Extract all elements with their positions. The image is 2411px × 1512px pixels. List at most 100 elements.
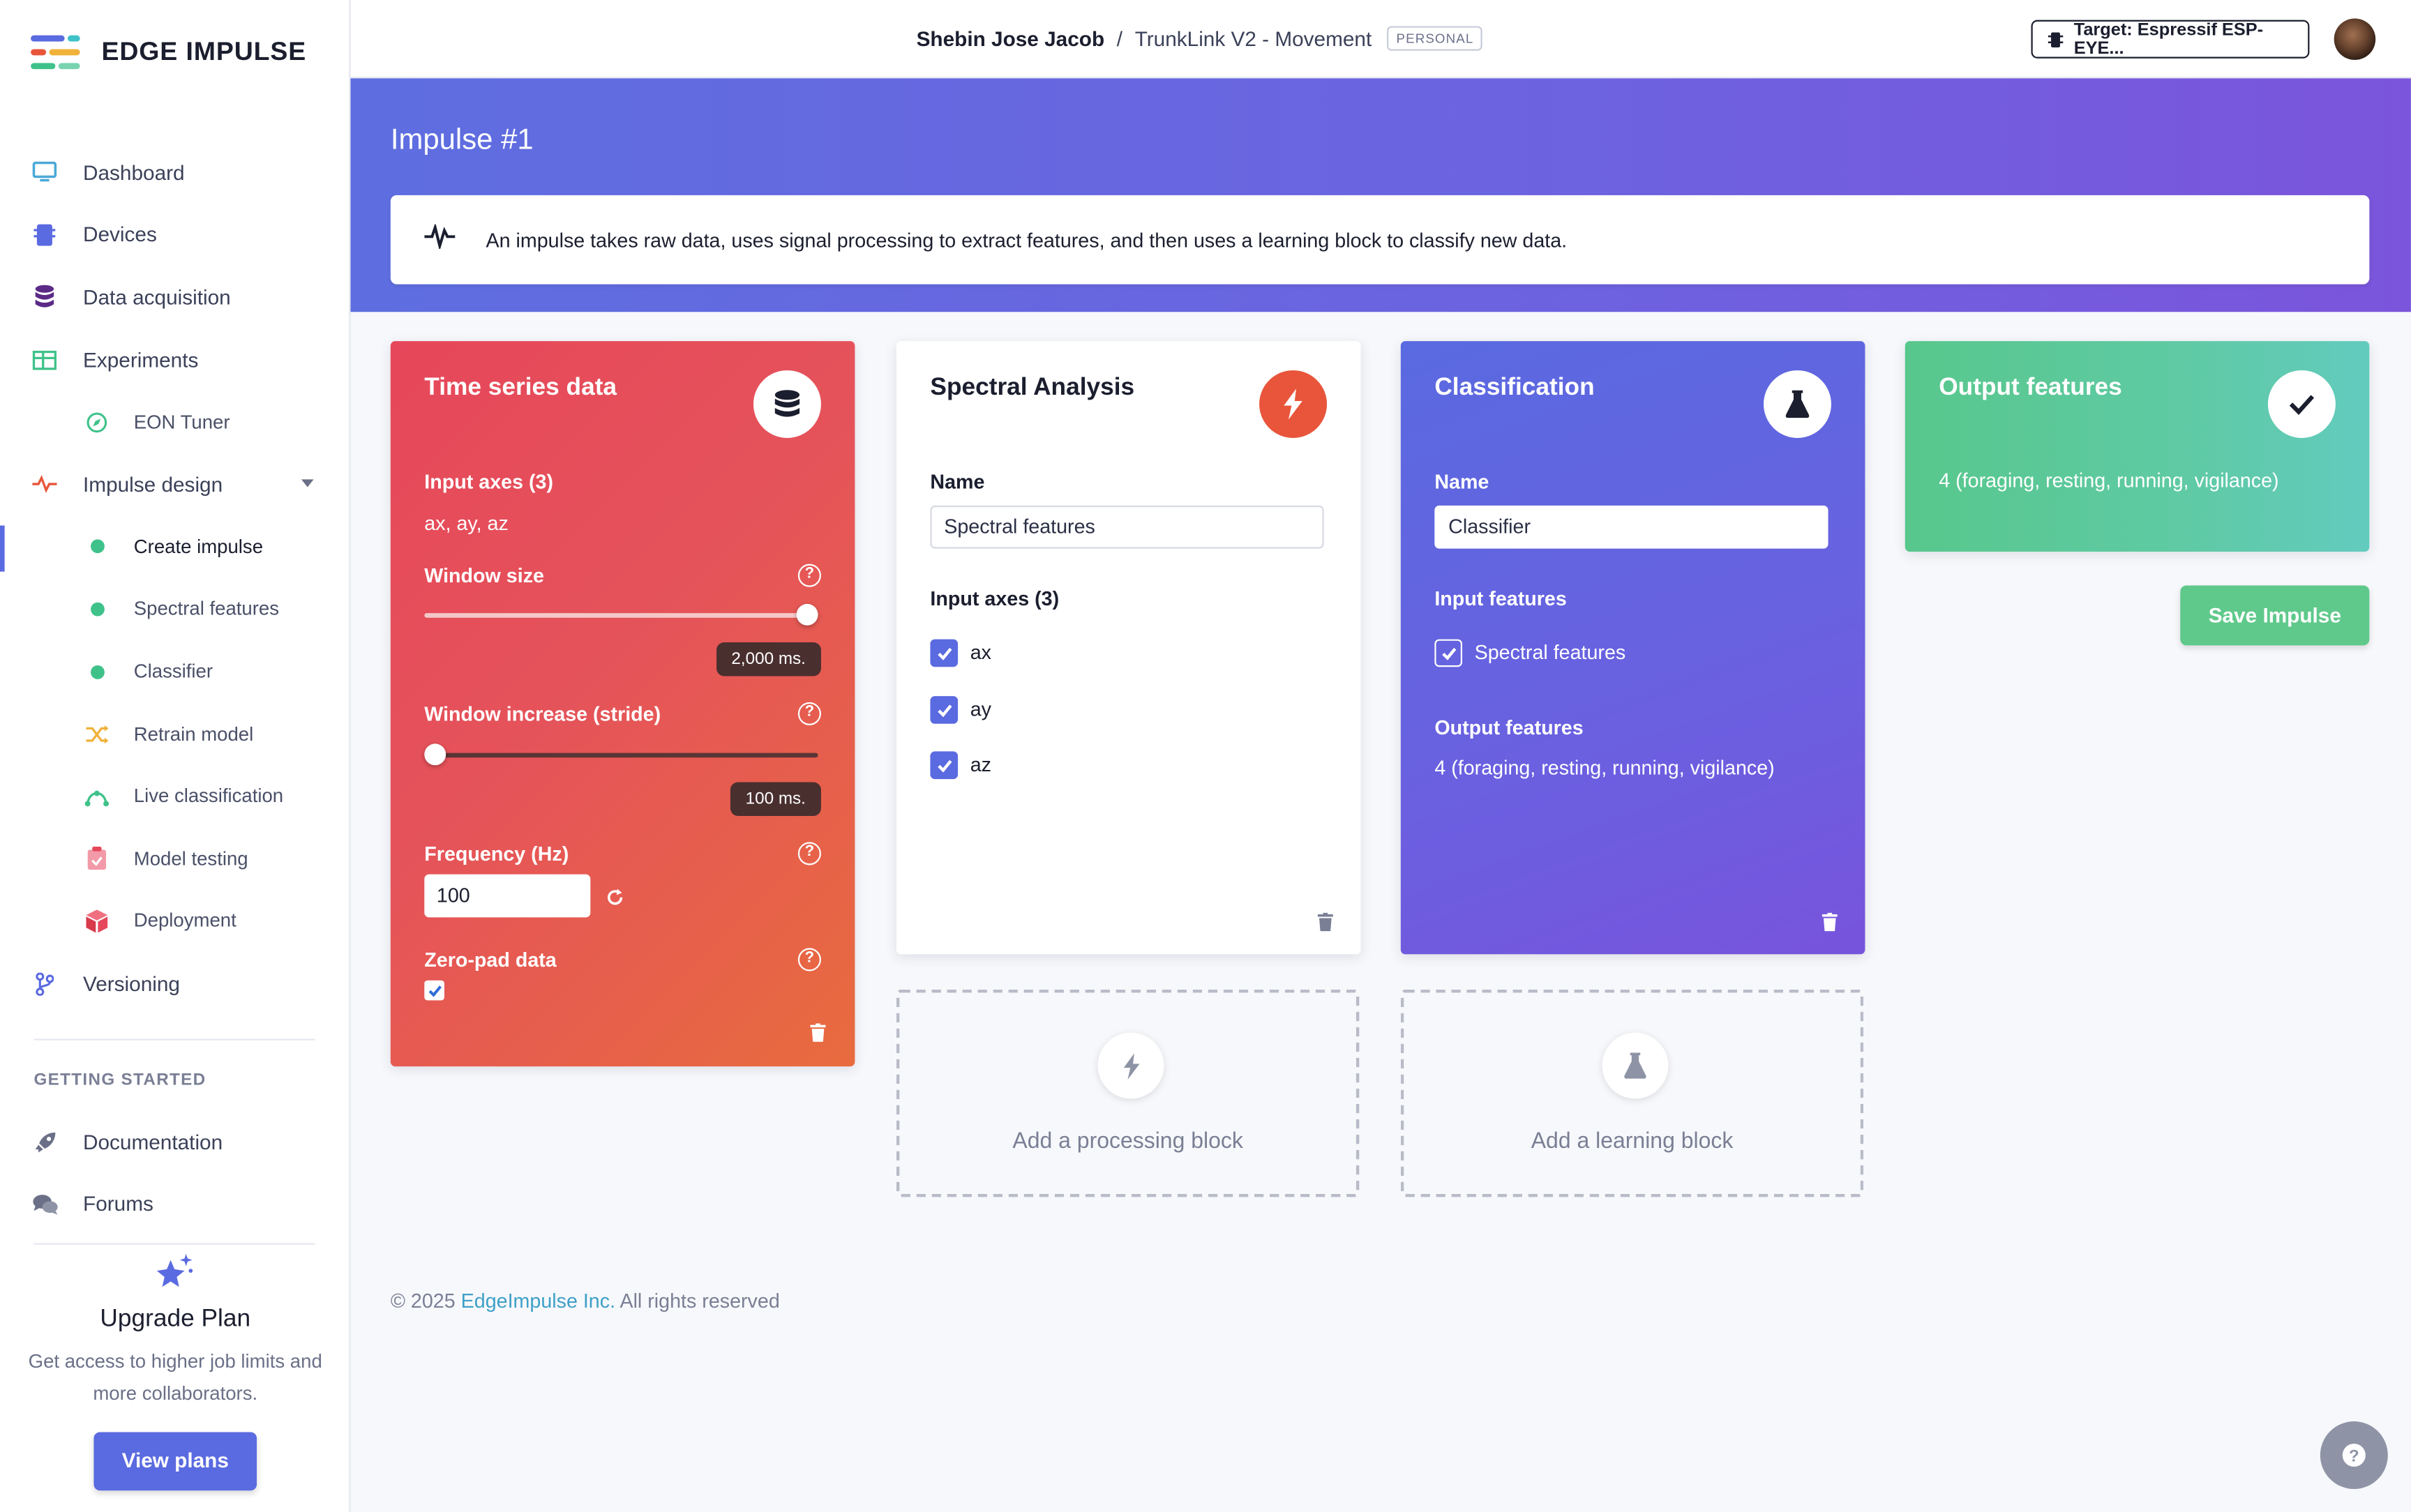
help-icon[interactable]: ? — [797, 702, 821, 725]
help-icon[interactable]: ? — [797, 564, 821, 587]
card-title: Classification — [1434, 375, 1595, 402]
trash-icon[interactable] — [1822, 912, 1838, 932]
input-axes-value: ax, ay, az — [424, 511, 509, 535]
spectral-name-input[interactable]: Spectral features — [930, 505, 1324, 549]
sidebar-item-impulse-design[interactable]: Impulse design — [0, 453, 351, 515]
flask-icon — [1602, 1032, 1669, 1099]
sidebar-item-dashboard[interactable]: Dashboard — [0, 142, 351, 204]
output-features-card: Output features 4 (foraging, resting, ru… — [1905, 341, 2370, 552]
cube-icon — [83, 907, 111, 935]
time-series-card: Time series data Input axes (3) ax, ay, … — [390, 341, 855, 1067]
sidebar: EDGE IMPULSE Dashboard Devices Data acqu… — [0, 0, 351, 1512]
sidebar-item-label: Versioning — [83, 972, 180, 995]
sidebar-item-devices[interactable]: Devices — [0, 204, 351, 266]
divider — [33, 1243, 315, 1245]
upgrade-text: Get access to higher job limits and more… — [28, 1350, 322, 1405]
chevron-down-icon[interactable] — [301, 479, 314, 487]
axis-checkbox-ay[interactable] — [930, 696, 959, 724]
save-impulse-button[interactable]: Save Impulse — [2180, 585, 2370, 646]
breadcrumb-project[interactable]: TrunkLink V2 - Movement — [1135, 27, 1372, 50]
rocket-icon — [31, 1128, 59, 1156]
frequency-label: Frequency (Hz) — [424, 842, 569, 865]
sidebar-item-documentation[interactable]: Documentation — [0, 1111, 351, 1173]
trash-icon[interactable] — [810, 1022, 826, 1042]
zero-pad-checkbox[interactable] — [424, 980, 444, 1001]
brand-name: EDGE IMPULSE — [101, 36, 307, 66]
card-title: Output features — [1939, 375, 2122, 402]
rights-text: All rights reserved — [619, 1289, 780, 1313]
axis-checkbox-az[interactable] — [930, 751, 959, 780]
sidebar-item-eon-tuner[interactable]: EON Tuner — [0, 391, 351, 453]
company-link[interactable]: EdgeImpulse Inc. — [461, 1290, 615, 1313]
topbar: Shebin Jose Jacob / TrunkLink V2 - Movem… — [350, 0, 2411, 79]
shuffle-icon — [83, 720, 111, 748]
input-feature-checkbox[interactable] — [1434, 639, 1463, 667]
view-plans-button[interactable]: View plans — [93, 1432, 257, 1491]
sidebar-item-retrain-model[interactable]: Retrain model — [0, 703, 351, 765]
sidebar-item-versioning[interactable]: Versioning — [0, 952, 351, 1014]
classifier-name-input[interactable]: Classifier — [1434, 505, 1828, 549]
sidebar-item-model-testing[interactable]: Model testing — [0, 828, 351, 890]
pulse-icon — [424, 222, 456, 257]
page-title: Impulse #1 — [390, 124, 534, 157]
window-increase-value: 100 ms. — [730, 782, 821, 816]
breadcrumb-user[interactable]: Shebin Jose Jacob — [917, 27, 1105, 50]
axis-checkbox-ax[interactable] — [930, 639, 959, 667]
refresh-icon[interactable] — [606, 886, 624, 914]
sidebar-item-label: Classifier — [133, 660, 213, 683]
sidebar-item-live-classification[interactable]: Live classification — [0, 765, 351, 827]
sidebar-item-deployment[interactable]: Deployment — [0, 890, 351, 952]
chat-bubbles-icon — [31, 1190, 59, 1218]
add-processing-label: Add a processing block — [1012, 1129, 1243, 1154]
sidebar-item-classifier[interactable]: Classifier — [0, 640, 351, 702]
card-title: Time series data — [424, 375, 617, 402]
sidebar-item-create-impulse[interactable]: Create impulse — [0, 515, 351, 577]
window-size-slider[interactable] — [424, 603, 818, 626]
frequency-input[interactable]: 100 — [424, 874, 591, 918]
trash-icon[interactable] — [1317, 912, 1333, 932]
window-size-label: Window size — [424, 564, 544, 587]
lightning-bolt-icon — [1097, 1032, 1164, 1099]
help-button[interactable]: ? — [2320, 1421, 2388, 1489]
window-increase-slider[interactable] — [424, 743, 818, 766]
sidebar-item-spectral-features[interactable]: Spectral features — [0, 578, 351, 640]
name-label: Name — [1434, 470, 1489, 494]
axis-label: az — [970, 753, 991, 776]
breadcrumb-separator: / — [1116, 27, 1123, 50]
axis-label: ax — [970, 640, 991, 664]
name-label: Name — [930, 470, 985, 494]
sidebar-item-forums[interactable]: Forums — [0, 1173, 351, 1235]
add-processing-block[interactable]: Add a processing block — [896, 989, 1360, 1197]
curve-icon — [83, 783, 111, 810]
card-title: Spectral Analysis — [930, 375, 1135, 402]
info-banner: An impulse takes raw data, uses signal p… — [390, 195, 2370, 285]
sidebar-item-data-acquisition[interactable]: Data acquisition — [0, 266, 351, 328]
slider-handle[interactable] — [424, 743, 446, 766]
monitor-icon — [31, 159, 59, 187]
user-avatar[interactable] — [2334, 18, 2376, 60]
divider — [33, 1038, 315, 1041]
help-icon[interactable]: ? — [797, 842, 821, 865]
clipboard-check-icon — [83, 845, 111, 872]
axis-label: ay — [970, 697, 991, 721]
upgrade-title: Upgrade Plan — [100, 1306, 251, 1333]
sidebar-item-label: Deployment — [133, 910, 236, 932]
target-device-button[interactable]: Target: Espressif ESP-EYE... — [2031, 20, 2310, 59]
window-size-value: 2,000 ms. — [716, 642, 821, 676]
brand[interactable]: EDGE IMPULSE — [31, 33, 306, 70]
page-header: Impulse #1 An impulse takes raw data, us… — [350, 78, 2411, 312]
table-icon — [31, 346, 59, 374]
sidebar-nav: Dashboard Devices Data acquisition Exper… — [0, 142, 351, 1015]
lightning-bolt-icon — [1259, 370, 1328, 438]
status-dot-icon — [83, 533, 111, 561]
getting-started-nav: Documentation Forums — [0, 1111, 351, 1236]
sidebar-item-label: Retrain model — [133, 723, 254, 745]
slider-handle[interactable] — [796, 603, 818, 626]
help-icon[interactable]: ? — [797, 948, 821, 972]
chip-icon — [31, 221, 59, 249]
edge-impulse-logo-icon — [31, 35, 80, 70]
input-feature-label: Spectral features — [1474, 640, 1626, 664]
sidebar-item-experiments[interactable]: Experiments — [0, 328, 351, 391]
add-learning-block[interactable]: Add a learning block — [1400, 989, 1864, 1197]
sidebar-item-label: Data acquisition — [83, 285, 231, 309]
